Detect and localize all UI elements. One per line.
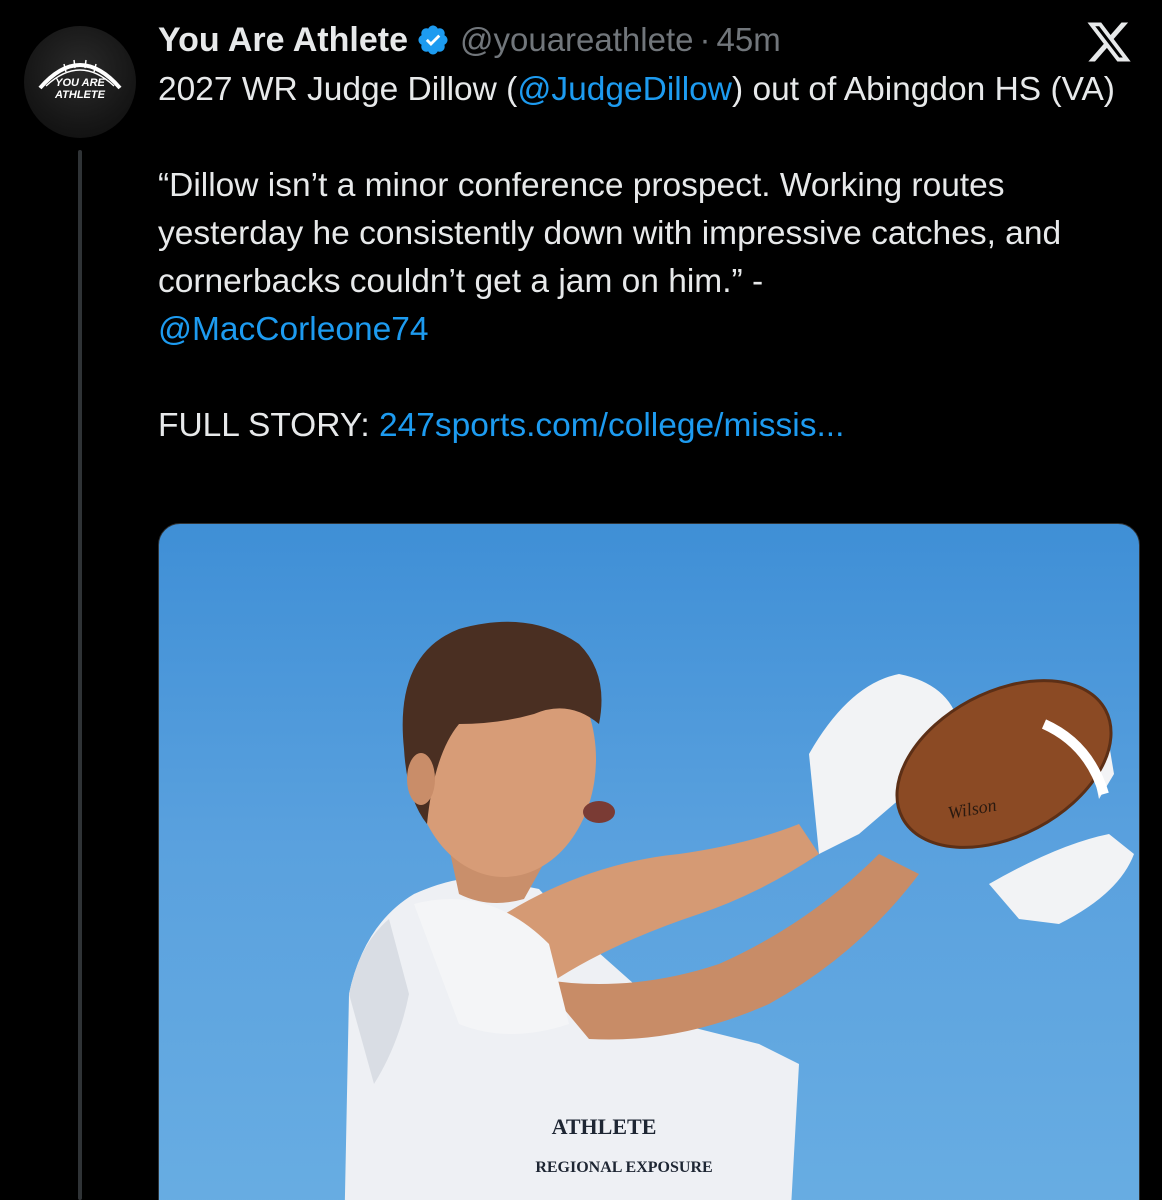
- tweet-text: 2027 WR Judge Dillow (@JudgeDillow) out …: [158, 66, 1133, 450]
- mention-judgedillow[interactable]: @JudgeDillow: [517, 71, 732, 108]
- post-timestamp[interactable]: 45m: [716, 21, 780, 59]
- avatar-text-line2: ATHLETE: [54, 89, 106, 101]
- story-label: FULL STORY:: [158, 407, 379, 444]
- tweet-line-intro: 2027 WR Judge Dillow (@JudgeDillow) out …: [158, 66, 1133, 114]
- tweet-quote: “Dillow isn’t a minor conference prospec…: [158, 162, 1133, 354]
- tweet-story-line: FULL STORY: 247sports.com/college/missis…: [158, 402, 1133, 450]
- avatar-logo-icon: YOU ARE ATHLETE: [38, 59, 122, 101]
- intro-prefix: 2027 WR Judge Dillow (: [158, 71, 518, 108]
- mention-maccorleone74[interactable]: @MacCorleone74: [158, 311, 429, 348]
- x-logo-icon[interactable]: [1085, 18, 1133, 66]
- header-separator: ·: [699, 21, 711, 58]
- author-display-name[interactable]: You Are Athlete: [158, 21, 408, 60]
- quote-text: “Dillow isn’t a minor conference prospec…: [158, 167, 1062, 300]
- intro-suffix: ) out of Abingdon HS (VA): [731, 71, 1115, 108]
- avatar-text-line1: YOU ARE: [55, 77, 105, 89]
- shirt-text-line2: REGIONAL EXPOSURE: [535, 1159, 712, 1176]
- shirt-text-line1: ATHLETE: [552, 1114, 657, 1139]
- verified-badge-icon[interactable]: [416, 23, 450, 57]
- tweet-photo[interactable]: Wilson ATHLETE REGIONAL EXPOSURE: [158, 523, 1140, 1200]
- author-avatar[interactable]: YOU ARE ATHLETE: [24, 26, 136, 138]
- tweet-header: You Are Athlete @youareathlete · 45m: [158, 16, 781, 64]
- story-link[interactable]: 247sports.com/college/missis...: [379, 407, 844, 444]
- thread-line: [78, 150, 82, 1200]
- athlete-catch-photo: Wilson ATHLETE REGIONAL EXPOSURE: [344, 621, 1134, 1200]
- tweet[interactable]: YOU ARE ATHLETE You Are Athlete @youarea…: [0, 0, 1162, 1200]
- author-handle[interactable]: @youareathlete: [460, 21, 693, 59]
